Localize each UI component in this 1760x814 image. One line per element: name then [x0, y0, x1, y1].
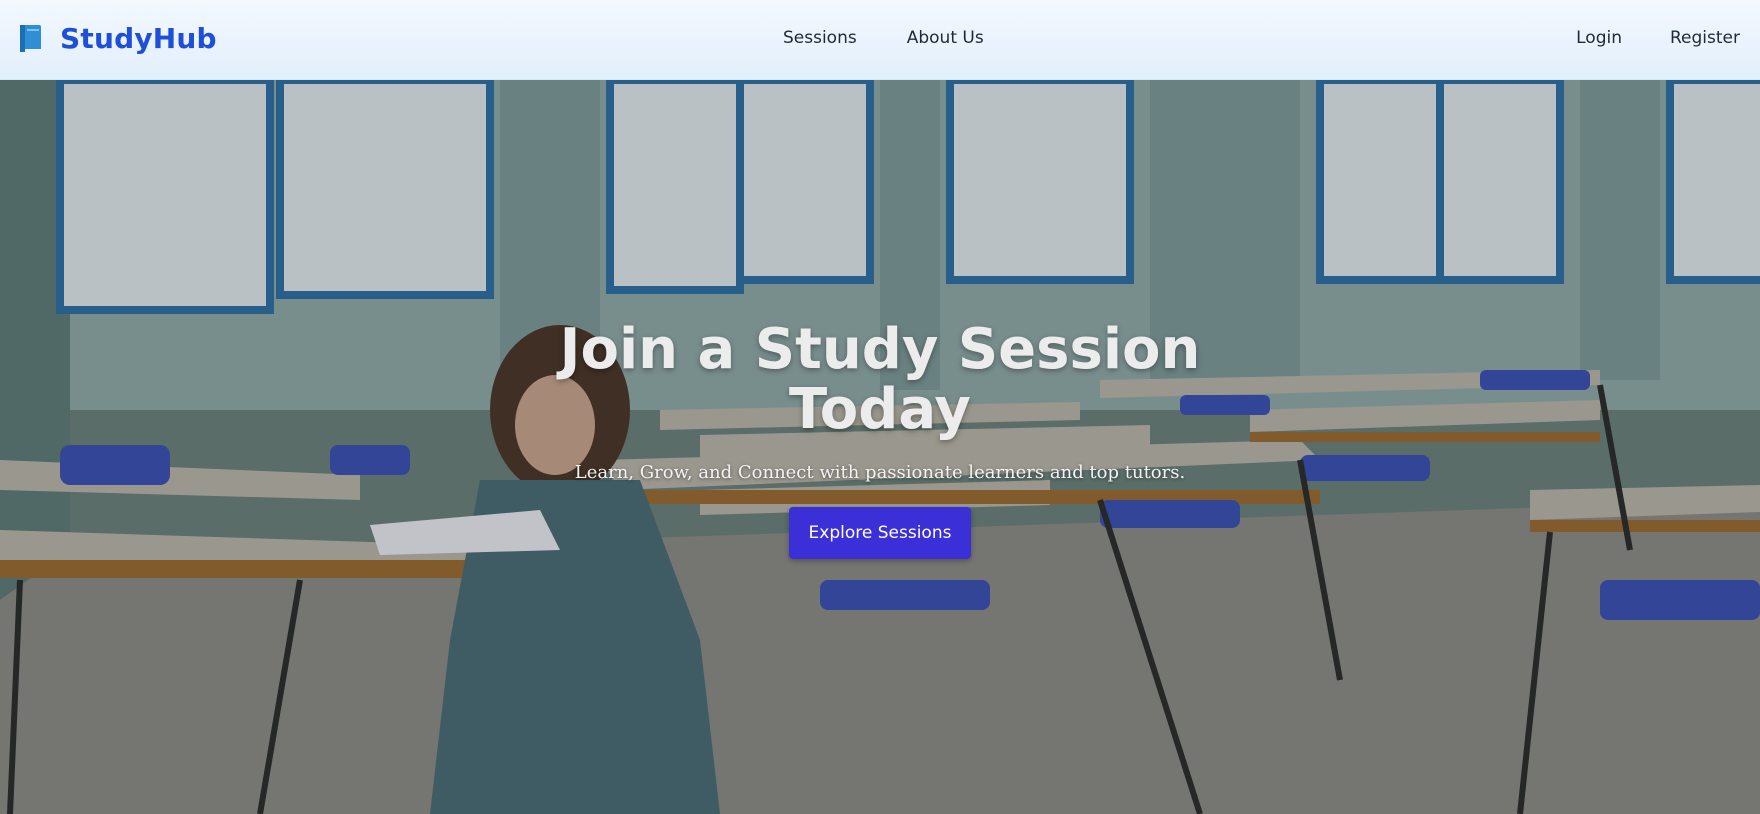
- auth-nav: Login Register: [1576, 28, 1740, 48]
- brand-name: StudyHub: [60, 22, 217, 55]
- book-icon: [18, 23, 44, 55]
- top-navbar: StudyHub Sessions About Us Login Registe…: [0, 0, 1760, 80]
- hero-title: Join a Study Session Today: [530, 320, 1230, 440]
- nav-link-about-us[interactable]: About Us: [907, 28, 984, 48]
- hero-title-line-2: Today: [789, 377, 971, 442]
- brand-logo[interactable]: StudyHub: [18, 22, 217, 55]
- login-link[interactable]: Login: [1576, 28, 1622, 48]
- register-link[interactable]: Register: [1670, 28, 1740, 48]
- nav-link-sessions[interactable]: Sessions: [783, 28, 857, 48]
- hero-section: Join a Study Session Today Learn, Grow, …: [0, 80, 1760, 814]
- explore-sessions-button[interactable]: Explore Sessions: [788, 507, 972, 559]
- hero-title-line-1: Join a Study Session: [559, 317, 1201, 382]
- hero-subtitle: Learn, Grow, and Connect with passionate…: [574, 462, 1186, 483]
- hero-content: Join a Study Session Today Learn, Grow, …: [530, 320, 1230, 559]
- main-nav: Sessions About Us: [783, 28, 984, 48]
